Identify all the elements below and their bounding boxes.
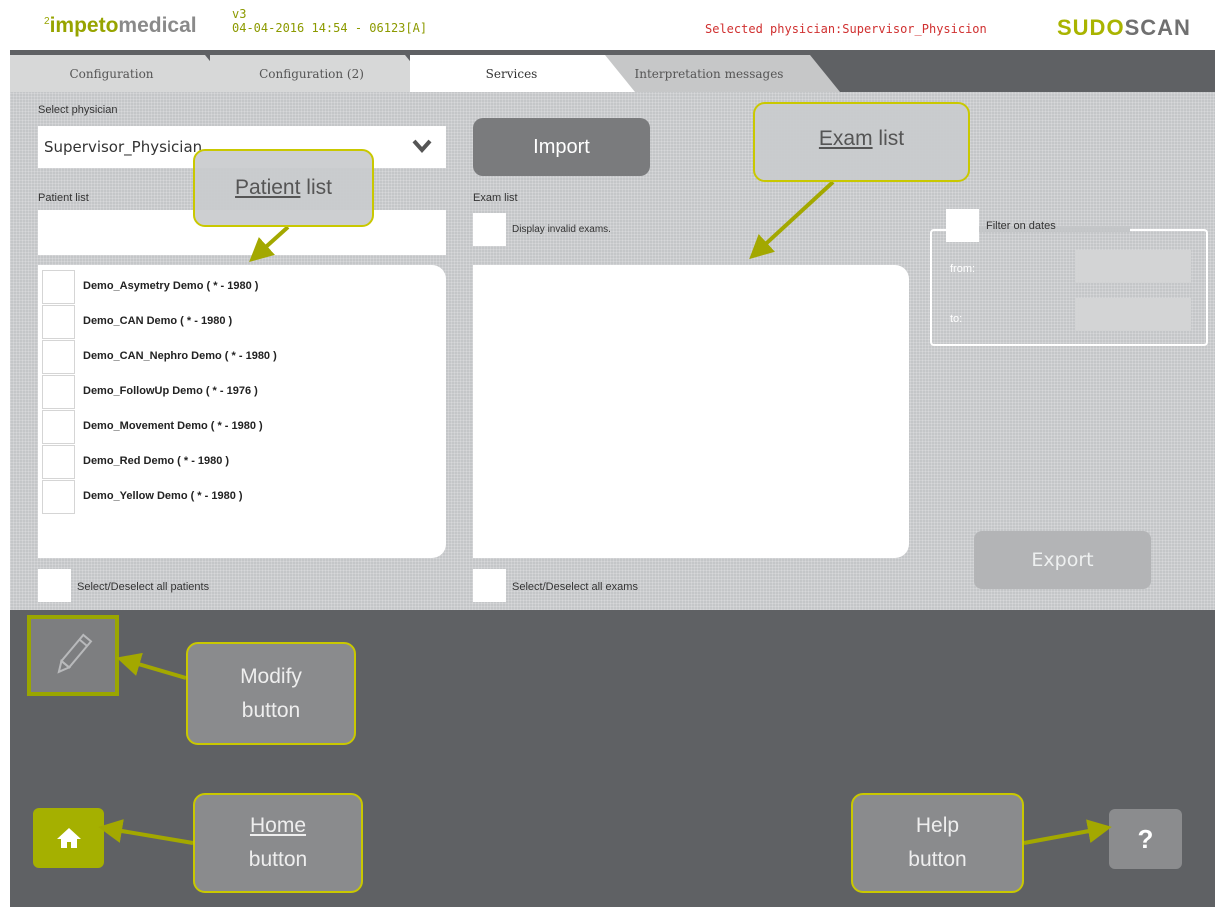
tab-configuration-2[interactable]: Configuration (2) — [210, 55, 435, 92]
home-icon — [56, 828, 81, 848]
build-info: 04-04-2016 14:54 - 06123[A] — [232, 21, 428, 35]
filter-on-dates-label: Filter on dates — [986, 220, 1056, 232]
patient-checkbox[interactable] — [42, 340, 75, 374]
display-invalid-exams-checkbox[interactable] — [473, 213, 506, 246]
patient-name: Demo_Asymetry Demo ( * - 1980 ) — [83, 280, 259, 292]
select-all-exams-checkbox[interactable] — [473, 569, 506, 602]
select-physician-label: Select physician — [38, 104, 118, 116]
callout-patient-list: Patient list — [193, 149, 374, 227]
to-date-input[interactable] — [1075, 298, 1191, 331]
list-item[interactable]: Demo_Asymetry Demo ( * - 1980 ) — [38, 270, 446, 305]
callout-exam-list: Exam list — [753, 102, 970, 182]
callout-modify-button: Modify button — [186, 642, 356, 745]
callout-home-button: Home button — [193, 793, 363, 893]
chevron-down-icon[interactable] — [412, 138, 432, 154]
home-button[interactable] — [33, 808, 104, 868]
list-item[interactable]: Demo_FollowUp Demo ( * - 1976 ) — [38, 375, 446, 410]
list-item[interactable]: Demo_Yellow Demo ( * - 1980 ) — [38, 480, 446, 515]
list-item[interactable]: Demo_CAN_Nephro Demo ( * - 1980 ) — [38, 340, 446, 375]
version-info: v3 04-04-2016 14:54 - 06123[A] — [232, 7, 427, 35]
import-button[interactable]: Import — [473, 118, 650, 176]
from-label: from: — [950, 263, 976, 275]
filter-on-dates-checkbox[interactable] — [946, 209, 979, 242]
from-date-input[interactable] — [1075, 250, 1191, 283]
patient-name: Demo_CAN Demo ( * - 1980 ) — [83, 315, 233, 327]
tab-services[interactable]: Services — [410, 55, 635, 92]
patient-checkbox[interactable] — [42, 410, 75, 444]
select-all-patients-checkbox[interactable] — [38, 569, 71, 602]
patient-checkbox[interactable] — [42, 445, 75, 479]
list-item[interactable]: Demo_Red Demo ( * - 1980 ) — [38, 445, 446, 480]
to-label: to: — [950, 313, 963, 325]
list-item[interactable]: Demo_Movement Demo ( * - 1980 ) — [38, 410, 446, 445]
patient-list: Demo_Asymetry Demo ( * - 1980 ) Demo_CAN… — [38, 265, 446, 558]
callout-help-button: Help button — [851, 793, 1024, 893]
patient-name: Demo_Yellow Demo ( * - 1980 ) — [83, 490, 243, 502]
help-button[interactable]: ? — [1109, 809, 1182, 869]
patient-name: Demo_Movement Demo ( * - 1980 ) — [83, 420, 263, 432]
list-item[interactable]: Demo_CAN Demo ( * - 1980 ) — [38, 305, 446, 340]
impeto-medical-logo: 2impetomedical — [44, 14, 197, 37]
select-all-exams-label: Select/Deselect all exams — [512, 581, 638, 593]
patient-checkbox[interactable] — [42, 305, 75, 339]
select-all-patients-label: Select/Deselect all patients — [77, 581, 210, 593]
patient-name: Demo_FollowUp Demo ( * - 1976 ) — [83, 385, 258, 397]
patient-list-label: Patient list — [38, 192, 89, 204]
display-invalid-exams-label: Display invalid exams. — [512, 224, 611, 235]
patient-checkbox[interactable] — [42, 270, 75, 304]
tab-bar: Configuration Configuration (2) Interpre… — [10, 50, 1215, 92]
exam-list-label: Exam list — [473, 192, 518, 204]
patient-name: Demo_CAN_Nephro Demo ( * - 1980 ) — [83, 350, 277, 362]
modify-button-highlight — [27, 615, 119, 696]
sudoscan-logo: SUDOSCAN — [1057, 15, 1191, 40]
help-icon: ? — [1137, 823, 1154, 854]
patient-checkbox[interactable] — [42, 375, 75, 409]
exam-list[interactable] — [473, 265, 909, 558]
patient-checkbox[interactable] — [42, 480, 75, 514]
tab-interpretation-messages[interactable]: Interpretation messages — [600, 55, 840, 92]
selected-physician-status: Selected physician:Supervisor_Physicion — [705, 22, 987, 36]
version-label: v3 — [232, 7, 247, 21]
patient-name: Demo_Red Demo ( * - 1980 ) — [83, 455, 230, 467]
export-button[interactable]: Export — [974, 531, 1151, 589]
tab-configuration[interactable]: Configuration — [10, 55, 235, 92]
